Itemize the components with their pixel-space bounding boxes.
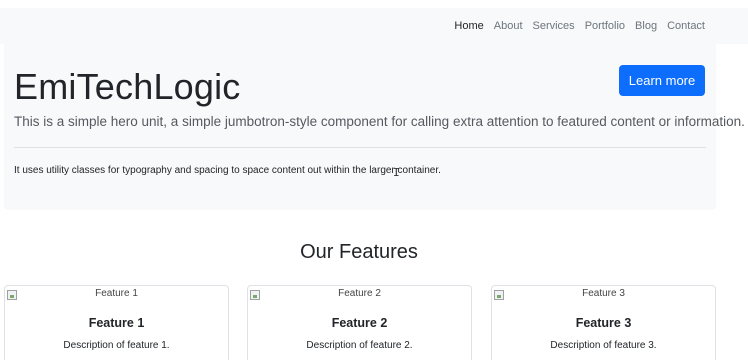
broken-image-icon: [250, 290, 260, 300]
feature-title: Feature 2: [331, 316, 388, 330]
navbar: Home About Services Portfolio Blog Conta…: [0, 8, 748, 44]
feature-image-3: Feature 3: [492, 288, 715, 302]
text-cursor-icon: I: [393, 166, 400, 179]
features-heading: Our Features: [300, 241, 418, 263]
feature-image-2: Feature 2: [248, 288, 471, 302]
broken-image-icon: [494, 290, 504, 300]
nav-link-portfolio[interactable]: Portfolio: [580, 20, 630, 32]
feature-card-2: Feature 2 Feature 2 Description of featu…: [247, 285, 472, 360]
nav-links: Home About Services Portfolio Blog Conta…: [449, 8, 710, 44]
nav-link-services[interactable]: Services: [528, 20, 580, 32]
feature-image-alt: Feature 2: [338, 288, 381, 299]
feature-title: Feature 3: [575, 316, 632, 330]
page: Home About Services Portfolio Blog Conta…: [0, 0, 748, 360]
feature-description: Description of feature 3.: [550, 340, 657, 351]
feature-image-1: Feature 1: [5, 288, 228, 302]
feature-title: Feature 1: [88, 316, 145, 330]
hero-divider: [14, 147, 706, 148]
nav-link-contact[interactable]: Contact: [662, 20, 710, 32]
feature-image-alt: Feature 1: [95, 288, 138, 299]
feature-image-alt: Feature 3: [582, 288, 625, 299]
feature-description: Description of feature 2.: [306, 340, 413, 351]
feature-card-1: Feature 1 Feature 1 Description of featu…: [4, 285, 229, 360]
hero-jumbotron: EmiTechLogic This is a simple hero unit,…: [4, 44, 745, 210]
learn-more-button[interactable]: Learn more: [619, 65, 705, 96]
hero-lead: This is a simple hero unit, a simple jum…: [14, 114, 745, 129]
hero-title: EmiTechLogic: [14, 66, 241, 107]
feature-description: Description of feature 1.: [63, 340, 170, 351]
broken-image-icon: [7, 290, 17, 300]
nav-link-blog[interactable]: Blog: [630, 20, 662, 32]
hero-text: It uses utility classes for typography a…: [14, 165, 441, 176]
feature-card-3: Feature 3 Feature 3 Description of featu…: [491, 285, 716, 360]
nav-link-home[interactable]: Home: [449, 20, 488, 32]
nav-link-about[interactable]: About: [489, 20, 528, 32]
